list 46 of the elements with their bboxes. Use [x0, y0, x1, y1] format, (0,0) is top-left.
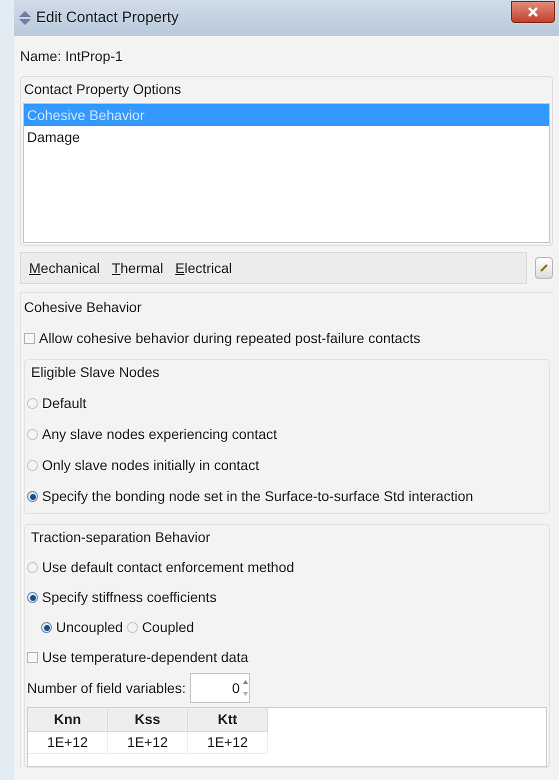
- radio-button[interactable]: [27, 491, 38, 502]
- radio-button[interactable]: [41, 622, 52, 633]
- table-cell: 1E+12: [108, 732, 188, 754]
- radio-button[interactable]: [27, 562, 38, 573]
- number-spinner[interactable]: 0: [190, 673, 250, 703]
- column-header: Knn: [28, 708, 108, 732]
- menu-item[interactable]: Electrical: [175, 258, 232, 278]
- close-icon: [527, 6, 539, 18]
- radio-button[interactable]: [126, 622, 138, 633]
- checkbox[interactable]: [27, 652, 38, 663]
- checkbox[interactable]: [24, 333, 35, 344]
- checkbox-option[interactable]: Use temperature-dependent data: [27, 647, 248, 668]
- group-title: Contact Property Options: [23, 80, 182, 99]
- edit-button[interactable]: [535, 257, 553, 279]
- radio-option[interactable]: Coupled: [126, 617, 194, 638]
- menu-item[interactable]: Thermal: [112, 258, 164, 278]
- app-icon: [18, 10, 32, 26]
- column-header: Ktt: [188, 708, 268, 732]
- group-title: Eligible Slave Nodes: [30, 363, 160, 382]
- close-button[interactable]: [511, 1, 555, 23]
- name-value: IntProp-1: [65, 47, 123, 66]
- radio-label: Only slave nodes initially in contact: [42, 456, 260, 475]
- column-header: Kss: [108, 708, 188, 732]
- radio-label: Coupled: [142, 618, 194, 637]
- radio-option[interactable]: Uncoupled: [41, 617, 123, 638]
- radio-button[interactable]: [27, 398, 38, 409]
- window-title: Edit Contact Property: [36, 8, 179, 28]
- radio-option[interactable]: Specify stiffness coefficients: [27, 587, 217, 608]
- group-title: Traction-separation Behavior: [30, 528, 212, 547]
- radio-label: Default: [42, 394, 86, 413]
- section-title: Cohesive Behavior: [24, 298, 142, 317]
- table-cell: 1E+12: [188, 732, 268, 754]
- radio-button[interactable]: [27, 592, 38, 603]
- radio-option[interactable]: Only slave nodes initially in contact: [27, 455, 260, 476]
- table-cell: 1E+12: [28, 732, 108, 754]
- checkbox-label: Use temperature-dependent data: [42, 648, 248, 667]
- field-label: Number of field variables:: [27, 678, 186, 698]
- radio-label: Specify stiffness coefficients: [42, 588, 217, 607]
- radio-label: Uncoupled: [56, 618, 123, 637]
- radio-button[interactable]: [27, 460, 38, 471]
- list-item[interactable]: Damage: [24, 126, 549, 148]
- pencil-icon: [539, 263, 549, 273]
- radio-option[interactable]: Default: [27, 393, 86, 414]
- name-label: Name:: [20, 47, 62, 66]
- radio-button[interactable]: [27, 429, 38, 440]
- menu-item[interactable]: Mechanical: [29, 258, 100, 278]
